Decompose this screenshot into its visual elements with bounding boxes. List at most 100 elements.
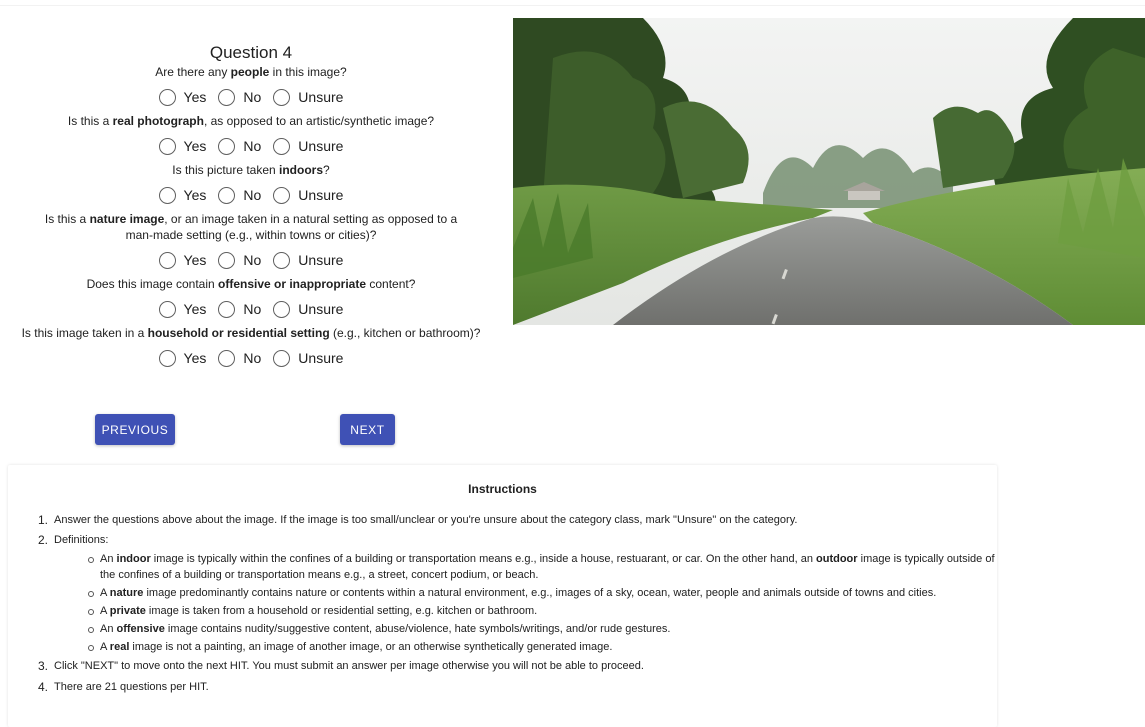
radio-yes[interactable]: Yes xyxy=(158,251,207,269)
def-text: A xyxy=(100,587,110,599)
question-text: Are there any people in this image? xyxy=(0,64,502,80)
def-text: image contains nudity/suggestive content… xyxy=(164,623,671,635)
radio-circle-icon[interactable] xyxy=(218,349,236,367)
radio-circle-icon[interactable] xyxy=(158,300,176,318)
radio-circle-icon[interactable] xyxy=(273,251,291,269)
question-text-part: content? xyxy=(366,277,416,291)
radio-circle-icon[interactable] xyxy=(273,300,291,318)
instructions-title: Instructions xyxy=(468,482,537,496)
question-keyword: offensive or inappropriate xyxy=(218,277,367,291)
radio-yes[interactable]: Yes xyxy=(158,88,206,106)
def-text: A xyxy=(100,605,110,617)
radio-circle-icon[interactable] xyxy=(158,186,176,204)
radio-circle-icon[interactable] xyxy=(218,251,236,269)
radio-no[interactable]: No xyxy=(218,349,262,367)
step-number: 1. xyxy=(38,513,49,527)
def-keyword: offensive xyxy=(116,623,165,635)
question-text-part: Is this picture taken xyxy=(172,163,280,177)
radio-label: Yes xyxy=(183,350,207,366)
radio-no[interactable]: No xyxy=(218,137,262,155)
radio-unsure[interactable]: Unsure xyxy=(273,186,343,204)
radio-circle-icon[interactable] xyxy=(218,137,236,155)
definition-item: A real image is not a painting, an image… xyxy=(88,639,997,655)
radio-circle-icon[interactable] xyxy=(158,349,176,367)
question-text-part: in this image? xyxy=(269,65,347,79)
radio-group-indoors: Yes No Unsure xyxy=(0,184,502,206)
radio-no[interactable]: No xyxy=(218,251,262,269)
radio-group-nature: Yes No Unsure xyxy=(0,249,502,271)
radio-circle-icon[interactable] xyxy=(273,349,291,367)
radio-label: No xyxy=(243,252,262,268)
radio-unsure[interactable]: Unsure xyxy=(273,349,344,367)
radio-unsure[interactable]: Unsure xyxy=(273,251,344,269)
radio-group-household: Yes No Unsure xyxy=(0,347,502,369)
question-keyword: people xyxy=(230,65,270,79)
question-keyword: real photograph xyxy=(112,114,204,128)
def-keyword: outdoor xyxy=(816,553,858,565)
instruction-step: 1. Answer the questions above about the i… xyxy=(36,511,997,529)
radio-unsure[interactable]: Unsure xyxy=(273,88,344,106)
def-keyword: nature xyxy=(109,587,144,599)
radio-label: Unsure xyxy=(298,138,344,154)
radio-yes[interactable]: Yes xyxy=(158,300,206,318)
def-text: image is not a painting, an image of ano… xyxy=(129,641,613,653)
def-text: An xyxy=(100,623,117,635)
question-panel: Question 4 Are there any people in this … xyxy=(0,40,502,374)
question-text-part: (e.g., kitchen or bathroom)? xyxy=(329,326,481,340)
top-divider xyxy=(0,0,1145,6)
radio-label: No xyxy=(243,138,262,154)
radio-no[interactable]: No xyxy=(218,88,261,106)
step-text: Click "NEXT" to move onto the next HIT. … xyxy=(54,660,644,672)
radio-label: Unsure xyxy=(298,350,344,366)
radio-yes[interactable]: Yes xyxy=(158,137,206,155)
radio-circle-icon[interactable] xyxy=(218,300,236,318)
radio-group-real-photo: Yes No Unsure xyxy=(0,135,502,157)
radio-no[interactable]: No xyxy=(218,186,262,204)
question-text-part: Does this image contain xyxy=(86,277,218,291)
def-keyword: indoor xyxy=(116,553,151,565)
question-text-part: Is this a xyxy=(67,114,113,128)
radio-circle-icon[interactable] xyxy=(158,251,176,269)
instruction-step: 2. Definitions: An indoor image is typica… xyxy=(36,531,997,655)
step-text: Answer the questions above about the ima… xyxy=(54,514,798,526)
definitions-list: An indoor image is typically within the … xyxy=(88,551,997,655)
radio-yes[interactable]: Yes xyxy=(158,186,207,204)
def-text: image is typically within the confines o… xyxy=(150,553,817,565)
radio-no[interactable]: No xyxy=(218,300,262,318)
radio-label: Unsure xyxy=(298,252,344,268)
step-number: 4. xyxy=(38,680,49,694)
radio-unsure[interactable]: Unsure xyxy=(273,137,344,155)
radio-label: Yes xyxy=(183,252,207,268)
def-text: image predominantly contains nature or c… xyxy=(143,587,937,599)
step-text: There are 21 questions per HIT. xyxy=(54,681,209,693)
step-number: 2. xyxy=(38,533,49,547)
question-text-part: , as opposed to an artistic/synthetic im… xyxy=(203,114,435,128)
next-button[interactable]: NEXT xyxy=(340,414,395,445)
question-text: Does this image contain offensive or ina… xyxy=(0,276,502,292)
radio-circle-icon[interactable] xyxy=(273,137,291,155)
question-text: Is this picture taken indoors? xyxy=(0,162,502,178)
radio-circle-icon[interactable] xyxy=(218,186,236,204)
def-keyword: private xyxy=(109,605,146,617)
radio-label: Unsure xyxy=(298,89,344,105)
radio-label: No xyxy=(243,301,262,317)
question-image xyxy=(513,18,1145,325)
instruction-step: 4. There are 21 questions per HIT. xyxy=(36,678,997,696)
radio-group-offensive: Yes No Unsure xyxy=(0,298,502,320)
radio-yes[interactable]: Yes xyxy=(158,349,207,367)
instructions-list: 1. Answer the questions above about the i… xyxy=(36,511,997,696)
radio-circle-icon[interactable] xyxy=(218,88,236,106)
def-keyword: real xyxy=(109,641,130,653)
radio-circle-icon[interactable] xyxy=(158,137,176,155)
radio-label: Unsure xyxy=(298,301,344,317)
radio-circle-icon[interactable] xyxy=(273,88,291,106)
radio-label: No xyxy=(243,187,262,203)
radio-circle-icon[interactable] xyxy=(158,88,176,106)
radio-label: Yes xyxy=(183,187,207,203)
radio-label: No xyxy=(243,350,262,366)
instructions-card: Instructions 1. Answer the questions abov… xyxy=(8,465,997,727)
radio-circle-icon[interactable] xyxy=(273,186,291,204)
question-keyword: household or residential setting xyxy=(147,326,330,340)
radio-unsure[interactable]: Unsure xyxy=(273,300,344,318)
previous-button[interactable]: PREVIOUS xyxy=(95,414,175,445)
